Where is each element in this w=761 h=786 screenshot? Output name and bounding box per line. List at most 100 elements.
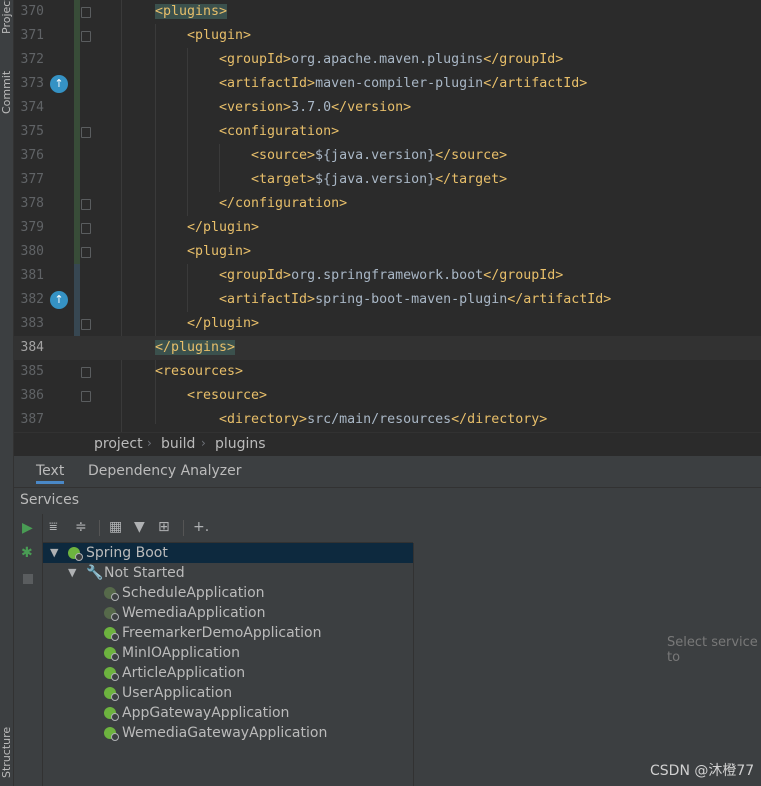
spring-boot-icon (104, 647, 119, 661)
code-line[interactable]: 384 </plugins> (14, 336, 761, 360)
watermark: CSDN @沐橙77 (650, 763, 755, 779)
code-line[interactable]: 377 <target>${java.version}</target> (14, 168, 761, 192)
code-line[interactable]: 371 <plugin> (14, 24, 761, 48)
xml-text: spring-boot-maven-plugin (315, 292, 508, 307)
line-number: 371 (20, 28, 44, 43)
project-tab-label: Project (0, 0, 13, 34)
xml-tag: </artifactId> (483, 76, 588, 91)
xml-tag: </directory> (451, 412, 548, 427)
code-line[interactable]: 379 </plugin> (14, 216, 761, 240)
code-editor[interactable]: 370 <plugins> 371 <plugin> 372 <groupId>org.a… (14, 0, 761, 432)
tree-node-service[interactable]: FreemarkerDemoApplication (43, 623, 413, 643)
code-line[interactable]: 381 <groupId>org.springframework.boot</gr… (14, 264, 761, 288)
code-line[interactable]: 370 <plugins> (14, 0, 761, 24)
xml-tag: </plugin> (187, 220, 260, 235)
tree-node-service[interactable]: ScheduleApplication (43, 583, 413, 603)
code-line[interactable]: 386 <resource> (14, 384, 761, 408)
services-tree: ▼ Spring Boot ▼ 🔧 Not Started ScheduleAp… (43, 543, 414, 786)
code-line[interactable]: 382 ↑ <artifactId>spring-boot-maven-plugin… (14, 288, 761, 312)
xml-tag: <groupId> (219, 52, 292, 67)
code-line[interactable]: 375 <configuration> (14, 120, 761, 144)
code-line[interactable]: 372 <groupId>org.apache.maven.plugins</gr… (14, 48, 761, 72)
xml-tag: <configuration> (219, 124, 340, 139)
tree-node-service[interactable]: AppGatewayApplication (43, 703, 413, 723)
group-by-icon[interactable]: ▦ (109, 519, 122, 535)
overrides-parent-icon[interactable]: ↑ (50, 291, 68, 309)
code-content: </plugin> (187, 312, 259, 336)
xml-tag: <plugin> (187, 28, 252, 43)
fold-marker-icon[interactable] (81, 223, 91, 234)
tree-node-spring-boot[interactable]: ▼ Spring Boot (43, 543, 413, 563)
services-title: Services (20, 492, 80, 508)
stop-icon[interactable] (23, 574, 33, 584)
xml-tag: </plugin> (187, 316, 260, 331)
fold-marker-icon[interactable] (81, 127, 91, 138)
tree-node-service[interactable]: WemediaApplication (43, 603, 413, 623)
tree-node-service[interactable]: WemediaGatewayApplication (43, 723, 413, 743)
code-line[interactable]: 383 </plugin> (14, 312, 761, 336)
line-number: 387 (20, 412, 44, 427)
code-content: </configuration> (219, 192, 347, 216)
commit-tool-tab[interactable]: Commit (0, 48, 13, 114)
code-content: <groupId>org.apache.maven.plugins</group… (219, 48, 563, 72)
xml-tag: <artifactId> (219, 292, 316, 307)
code-line[interactable]: 380 <plugin> (14, 240, 761, 264)
xml-text: 3.7.0 (291, 100, 332, 115)
xml-tag: <plugins> (155, 4, 228, 19)
xml-text: ${java.version} (315, 172, 436, 187)
xml-text: ${java.version} (315, 148, 436, 163)
fold-marker-icon[interactable] (81, 391, 91, 402)
code-line[interactable]: 373 ↑ <artifactId>maven-compiler-plugin</a… (14, 72, 761, 96)
line-number: 376 (20, 148, 44, 163)
breadcrumb-item-project[interactable]: project (94, 436, 143, 452)
xml-text: src/main/resources (307, 412, 452, 427)
services-panel: ▶ ✱ ⩸ ≑ ▦ ▼ ⊞ +. ▼ Spring Boot ▼ 🔧 Not S… (14, 514, 761, 786)
tree-node-not-started[interactable]: ▼ 🔧 Not Started (43, 563, 413, 583)
code-content: <version>3.7.0</version> (219, 96, 411, 120)
expand-all-icon[interactable]: ⩸ (49, 519, 58, 535)
new-tab-icon[interactable]: ⊞ (158, 519, 170, 535)
code-line[interactable]: 376 <source>${java.version}</source> (14, 144, 761, 168)
chevron-down-icon[interactable]: ▼ (68, 563, 76, 583)
xml-tag: </groupId> (483, 52, 564, 67)
services-toolbar: ⩸ ≑ ▦ ▼ ⊞ +. (43, 514, 413, 543)
tab-text[interactable]: Text (36, 463, 65, 484)
xml-tag: </groupId> (483, 268, 564, 283)
xml-tag: <groupId> (219, 268, 292, 283)
code-line[interactable]: 385 <resources> (14, 360, 761, 384)
code-line[interactable]: 378 </configuration> (14, 192, 761, 216)
tree-node-service[interactable]: ArticleApplication (43, 663, 413, 683)
code-line[interactable]: 374 <version>3.7.0</version> (14, 96, 761, 120)
spring-boot-icon (104, 707, 119, 721)
line-number: 374 (20, 100, 44, 115)
overrides-parent-icon[interactable]: ↑ (50, 75, 68, 93)
xml-tag: <resources> (155, 364, 244, 379)
chevron-down-icon[interactable]: ▼ (50, 543, 58, 563)
tree-node-service[interactable]: UserApplication (43, 683, 413, 703)
tab-dependency-analyzer[interactable]: Dependency Analyzer (88, 463, 242, 479)
tree-node-label: FreemarkerDemoApplication (122, 625, 322, 641)
structure-tool-tab[interactable]: Structure (0, 712, 13, 778)
tree-node-service[interactable]: MinIOApplication (43, 643, 413, 663)
spring-gray-icon (104, 587, 119, 601)
run-icon[interactable]: ▶ (22, 520, 33, 536)
fold-marker-icon[interactable] (81, 7, 91, 18)
debug-icon[interactable]: ✱ (21, 545, 33, 561)
code-line[interactable]: 387 <directory>src/main/resources</direct… (14, 408, 761, 432)
fold-marker-icon[interactable] (81, 247, 91, 258)
code-content: <plugin> (187, 240, 251, 264)
filter-icon[interactable]: ▼ (134, 519, 145, 535)
xml-text: org.springframework.boot (291, 268, 484, 283)
fold-marker-icon[interactable] (81, 199, 91, 210)
fold-marker-icon[interactable] (81, 319, 91, 330)
breadcrumb-item-build[interactable]: build (161, 436, 195, 452)
structure-tab-label: Structure (0, 726, 13, 778)
project-tool-tab[interactable]: Project (0, 0, 13, 34)
add-service-icon[interactable]: +. (193, 519, 209, 535)
code-content: <resources> (155, 360, 243, 384)
breadcrumb-item-plugins[interactable]: plugins (215, 436, 266, 452)
fold-marker-icon[interactable] (81, 31, 91, 42)
collapse-all-icon[interactable]: ≑ (75, 519, 87, 535)
xml-tag: </artifactId> (507, 292, 612, 307)
fold-marker-icon[interactable] (81, 367, 91, 378)
